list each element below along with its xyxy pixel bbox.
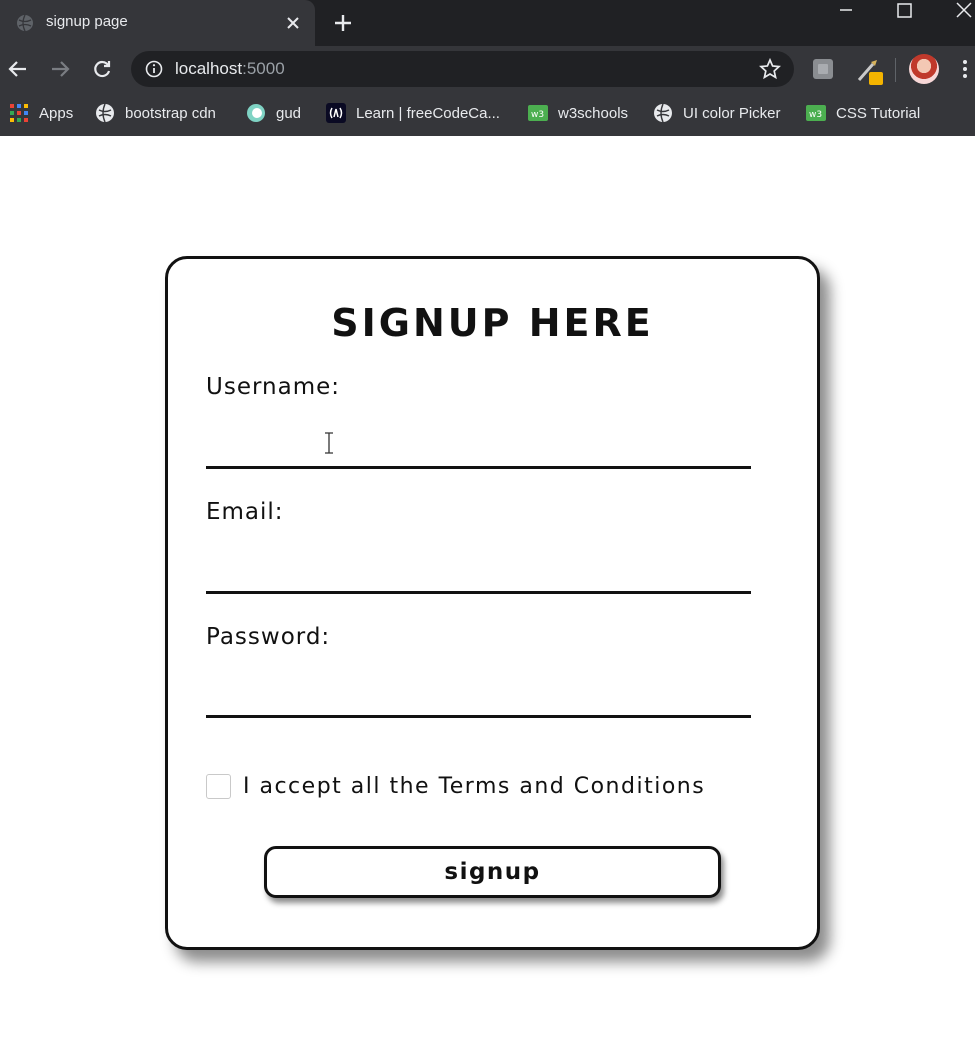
toolbar-separator — [895, 58, 896, 82]
menu-dots-icon[interactable] — [958, 58, 972, 80]
bookmark-bootstrap-cdn[interactable]: bootstrap cdn — [95, 102, 216, 124]
maximize-icon[interactable] — [884, 0, 924, 22]
bookmark-w3schools[interactable]: w3 w3schools — [528, 102, 628, 124]
svg-text:w3: w3 — [531, 110, 544, 120]
url-host: localhost — [175, 59, 243, 78]
signup-card: SIGNUP HERE Username: Email: Password: I… — [165, 256, 820, 950]
info-icon[interactable] — [145, 60, 163, 78]
bookmark-label: Apps — [39, 104, 74, 122]
url-port: :5000 — [242, 59, 285, 78]
globe-icon — [654, 103, 672, 123]
username-input[interactable] — [206, 425, 751, 469]
forward-arrow-icon[interactable] — [49, 58, 71, 80]
bookmark-gud[interactable]: gud — [246, 102, 301, 124]
text-cursor-icon — [325, 432, 333, 454]
username-label: Username: — [206, 374, 340, 400]
w3schools-icon: w3 — [806, 105, 826, 121]
email-input[interactable] — [206, 550, 751, 594]
bookmark-label: w3schools — [558, 104, 629, 122]
bookmark-label: gud — [276, 104, 302, 122]
browser-toolbar: localhost:5000 — [0, 46, 975, 92]
password-input[interactable] — [206, 674, 751, 718]
window-close-icon[interactable] — [944, 0, 975, 22]
globe-icon — [17, 14, 33, 32]
tab-title: signup page — [46, 13, 128, 30]
circle-logo-icon — [247, 104, 265, 122]
bookmark-label: UI color Picker — [683, 104, 781, 122]
terms-label: I accept all the Terms and Conditions — [243, 774, 706, 799]
password-label: Password: — [206, 624, 331, 650]
bookmark-label: Learn | freeCodeCa... — [356, 104, 500, 122]
apps-grid-icon — [10, 104, 28, 122]
minimize-icon[interactable] — [826, 0, 866, 22]
bookmark-star-icon[interactable] — [759, 58, 781, 80]
reload-icon[interactable] — [91, 58, 113, 80]
page-title: SIGNUP HERE — [331, 301, 654, 345]
terms-row: I accept all the Terms and Conditions — [206, 774, 705, 799]
freecodecamp-icon — [326, 103, 346, 123]
email-label: Email: — [206, 499, 284, 525]
terms-checkbox[interactable] — [206, 774, 231, 799]
bookmark-apps[interactable]: Apps — [9, 102, 73, 124]
bookmark-freecodecamp[interactable]: Learn | freeCodeCa... — [326, 102, 500, 124]
url-text: localhost:5000 — [175, 59, 285, 79]
address-bar[interactable]: localhost:5000 — [131, 51, 794, 87]
profile-avatar[interactable] — [909, 54, 939, 84]
plus-icon[interactable] — [333, 13, 353, 33]
bookmark-label: bootstrap cdn — [125, 104, 216, 122]
back-arrow-icon[interactable] — [7, 58, 29, 80]
w3schools-icon: w3 — [528, 105, 548, 121]
globe-icon — [96, 103, 114, 123]
extension-icon[interactable] — [811, 57, 835, 81]
bookmark-ui-color-picker[interactable]: UI color Picker — [653, 102, 781, 124]
svg-text:w3: w3 — [809, 110, 822, 120]
bookmark-label: CSS Tutorial — [836, 104, 921, 122]
tab-signup-page[interactable]: signup page — [0, 0, 315, 46]
browser-chrome: signup page localhost:5000 Apps bootstra… — [0, 0, 975, 136]
bookmark-css-tutorial[interactable]: w3 CSS Tutorial — [806, 102, 920, 124]
bookmarks-bar: Apps bootstrap cdn gud Learn | freeCodeC… — [0, 92, 975, 136]
color-picker-extension-icon[interactable] — [855, 56, 885, 86]
close-tab-icon[interactable] — [285, 15, 301, 31]
signup-button[interactable]: signup — [264, 846, 721, 898]
tab-strip: signup page — [0, 0, 975, 46]
